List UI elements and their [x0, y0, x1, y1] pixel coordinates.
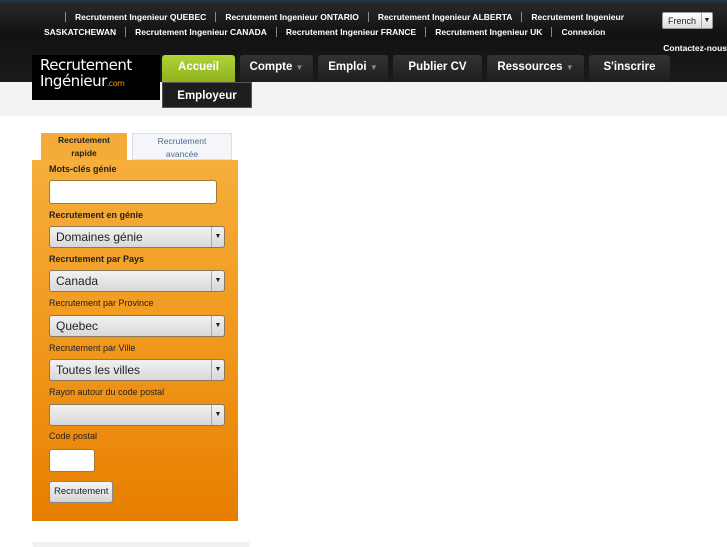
contact-link[interactable]: Contactez-nous	[663, 43, 727, 53]
link-connexion[interactable]: Connexion	[551, 27, 614, 37]
link-ontario[interactable]: Recrutement Ingenieur ONTARIO	[215, 12, 368, 22]
link-alberta[interactable]: Recrutement Ingenieur ALBERTA	[367, 12, 522, 22]
field-select[interactable]: Domaines génie ▼	[49, 226, 225, 248]
chevron-down-icon: ▼	[211, 316, 224, 336]
caret-down-icon: ▼	[369, 63, 378, 72]
top-links-row2: SASKATCHEWAN Recrutement Ingenieur CANADA…	[35, 27, 615, 37]
province-label: Recrutement par Province	[49, 298, 154, 308]
link-quebec[interactable]: Recrutement Ingenieur QUEBEC	[65, 12, 215, 22]
province-select[interactable]: Quebec ▼	[49, 315, 225, 337]
link-france[interactable]: Recrutement Ingenieur FRANCE	[275, 27, 425, 37]
top-links-row1: Recrutement Ingenieur QUEBEC Recrutement …	[65, 12, 633, 22]
field-label: Recrutement en génie	[49, 210, 144, 220]
nav-accueil[interactable]: Accueil	[162, 55, 235, 82]
nav-publier-cv[interactable]: Publier CV	[393, 55, 482, 82]
submenu-employeur[interactable]: Employeur	[162, 82, 252, 108]
postal-label: Code postal	[49, 431, 98, 441]
caret-down-icon: ▼	[565, 63, 574, 72]
nav-ressources[interactable]: Ressources ▼	[487, 55, 584, 82]
radius-select[interactable]: ▼	[49, 404, 225, 426]
postal-input[interactable]	[49, 449, 95, 472]
link-uk[interactable]: Recrutement Ingenieur UK	[425, 27, 551, 37]
search-panel: Mots-clés génie Recrutement en génie Dom…	[32, 160, 238, 521]
keywords-input[interactable]	[49, 180, 217, 204]
tab-recrutement-rapide[interactable]: Recrutement rapide	[41, 133, 127, 161]
nav-sinscrire[interactable]: S'inscrire	[589, 55, 670, 82]
radius-label: Rayon autour du code postal	[49, 387, 165, 397]
city-label: Recrutement par Ville	[49, 343, 136, 353]
city-select[interactable]: Toutes les villes ▼	[49, 359, 225, 381]
language-select[interactable]: French ▼	[662, 12, 713, 29]
nav-compte[interactable]: Compte ▼	[240, 55, 313, 82]
chevron-down-icon: ▼	[211, 227, 224, 247]
caret-down-icon: ▼	[295, 63, 304, 72]
chevron-down-icon: ▼	[211, 271, 224, 291]
country-label: Recrutement par Pays	[49, 254, 145, 264]
link-saskatchewan-cont[interactable]: SASKATCHEWAN	[35, 27, 125, 37]
country-select[interactable]: Canada ▼	[49, 270, 225, 292]
keywords-label: Mots-clés génie	[49, 164, 117, 174]
search-button[interactable]: Recrutement	[49, 481, 114, 503]
chevron-down-icon: ▼	[211, 405, 224, 425]
link-canada[interactable]: Recrutement Ingenieur CANADA	[125, 27, 276, 37]
logo[interactable]: Recrutement Ingénieur.com	[32, 55, 160, 100]
chevron-down-icon: ▼	[211, 360, 224, 380]
chevron-down-icon: ▼	[701, 13, 712, 28]
nav-emploi[interactable]: Emploi ▼	[318, 55, 388, 82]
tab-recrutement-avancee[interactable]: Recrutement avancée	[132, 133, 232, 160]
link-saskatchewan[interactable]: Recrutement Ingenieur	[521, 12, 633, 22]
